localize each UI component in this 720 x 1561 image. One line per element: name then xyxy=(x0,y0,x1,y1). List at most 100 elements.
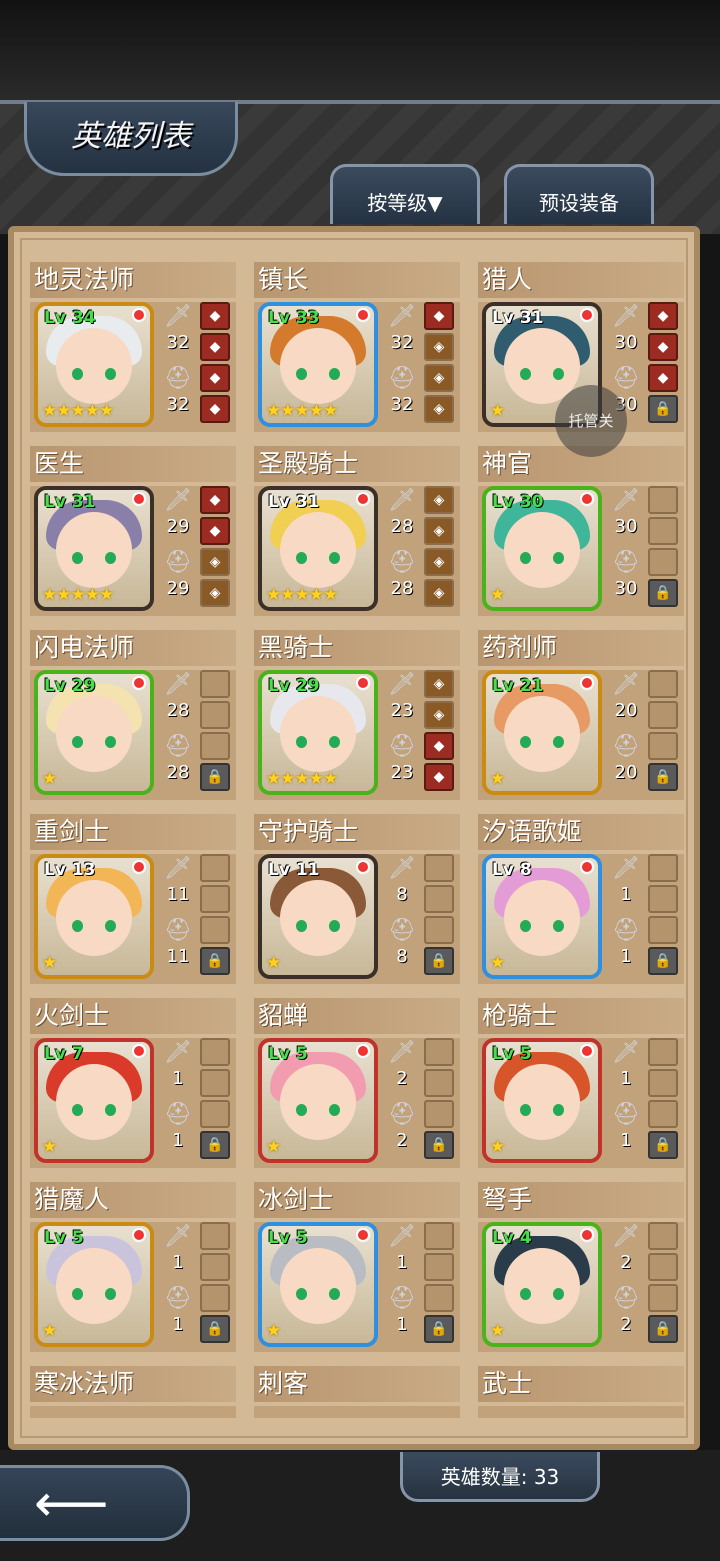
empty-equipment-slot[interactable] xyxy=(648,548,678,576)
empty-equipment-slot[interactable] xyxy=(648,517,678,545)
hero-card[interactable]: 神官 Lv 30 ★ 🗡 30 ⛑ 30 🔒 xyxy=(478,446,684,616)
empty-equipment-slot[interactable] xyxy=(200,916,230,944)
locked-slot-lock-icon[interactable]: 🔒 xyxy=(200,1315,230,1343)
empty-equipment-slot[interactable] xyxy=(424,916,454,944)
equipment-slot[interactable]: ◈ xyxy=(424,579,454,607)
hero-card[interactable]: 猎魔人 Lv 5 ★ 🗡 1 ⛑ 1 🔒 xyxy=(30,1182,236,1352)
hero-card[interactable]: 貂蝉 Lv 5 ★ 🗡 2 ⛑ 2 🔒 xyxy=(254,998,460,1168)
hero-portrait[interactable]: Lv 31 ★★★★★ xyxy=(34,486,154,611)
hero-card[interactable]: 药剂师 Lv 21 ★ 🗡 20 ⛑ 20 🔒 xyxy=(478,630,684,800)
equipment-slot[interactable]: ◆ xyxy=(648,302,678,330)
empty-equipment-slot[interactable] xyxy=(648,732,678,760)
equipment-slot[interactable]: ◈ xyxy=(424,670,454,698)
preset-equipment-tab[interactable]: 预设装备 xyxy=(504,164,654,224)
hero-portrait[interactable]: Lv 34 ★★★★★ xyxy=(34,302,154,427)
hero-card[interactable]: 守护骑士 Lv 11 ★ 🗡 8 ⛑ 8 🔒 xyxy=(254,814,460,984)
empty-equipment-slot[interactable] xyxy=(648,916,678,944)
empty-equipment-slot[interactable] xyxy=(648,670,678,698)
empty-equipment-slot[interactable] xyxy=(200,1284,230,1312)
empty-equipment-slot[interactable] xyxy=(200,854,230,882)
locked-slot-lock-icon[interactable]: 🔒 xyxy=(424,1131,454,1159)
locked-slot-lock-icon[interactable]: 🔒 xyxy=(648,763,678,791)
equipment-slot[interactable]: ◈ xyxy=(424,517,454,545)
equipment-slot[interactable]: ◆ xyxy=(648,364,678,392)
empty-equipment-slot[interactable] xyxy=(424,1069,454,1097)
hero-card[interactable]: 圣殿骑士 Lv 31 ★★★★★ 🗡 28 ⛑ 28 ◈ ◈ ◈ ◈ xyxy=(254,446,460,616)
hero-card[interactable]: 冰剑士 Lv 5 ★ 🗡 1 ⛑ 1 🔒 xyxy=(254,1182,460,1352)
auto-manage-toggle[interactable]: 托管关 xyxy=(555,385,627,457)
hero-portrait[interactable]: Lv 33 ★★★★★ xyxy=(258,302,378,427)
equipment-slot[interactable]: ◆ xyxy=(424,763,454,791)
hero-portrait[interactable]: Lv 5 ★ xyxy=(258,1038,378,1163)
equipment-slot[interactable]: ◆ xyxy=(648,333,678,361)
hero-card[interactable]: 地灵法师 Lv 34 ★★★★★ 🗡 32 ⛑ 32 ◆ ◆ ◆ ◆ xyxy=(30,262,236,432)
locked-slot-lock-icon[interactable]: 🔒 xyxy=(648,947,678,975)
equipment-slot[interactable]: ◈ xyxy=(424,333,454,361)
empty-equipment-slot[interactable] xyxy=(648,885,678,913)
hero-portrait[interactable]: Lv 31 ★★★★★ xyxy=(258,486,378,611)
hero-portrait[interactable]: Lv 5 ★ xyxy=(482,1038,602,1163)
locked-slot-lock-icon[interactable]: 🔒 xyxy=(200,1131,230,1159)
empty-equipment-slot[interactable] xyxy=(648,854,678,882)
hero-card[interactable]: 镇长 Lv 33 ★★★★★ 🗡 32 ⛑ 32 ◆ ◈ ◈ ◈ xyxy=(254,262,460,432)
empty-equipment-slot[interactable] xyxy=(200,1069,230,1097)
locked-slot-lock-icon[interactable]: 🔒 xyxy=(648,1131,678,1159)
hero-portrait[interactable]: Lv 7 ★ xyxy=(34,1038,154,1163)
empty-equipment-slot[interactable] xyxy=(648,1069,678,1097)
equipment-slot[interactable]: ◈ xyxy=(424,395,454,423)
locked-slot-lock-icon[interactable]: 🔒 xyxy=(200,947,230,975)
empty-equipment-slot[interactable] xyxy=(424,854,454,882)
empty-equipment-slot[interactable] xyxy=(200,1222,230,1250)
empty-equipment-slot[interactable] xyxy=(424,885,454,913)
empty-equipment-slot[interactable] xyxy=(424,1284,454,1312)
equipment-slot[interactable]: ◈ xyxy=(200,579,230,607)
sort-by-level-tab[interactable]: 按等级▼ xyxy=(330,164,480,224)
empty-equipment-slot[interactable] xyxy=(200,732,230,760)
locked-slot-lock-icon[interactable]: 🔒 xyxy=(648,579,678,607)
hero-card[interactable]: 枪骑士 Lv 5 ★ 🗡 1 ⛑ 1 🔒 xyxy=(478,998,684,1168)
empty-equipment-slot[interactable] xyxy=(648,1038,678,1066)
equipment-slot[interactable]: ◆ xyxy=(424,302,454,330)
hero-card[interactable]: 黑骑士 Lv 29 ★★★★★ 🗡 23 ⛑ 23 ◈ ◈ ◆ ◆ xyxy=(254,630,460,800)
equipment-slot[interactable]: ◆ xyxy=(200,302,230,330)
hero-portrait[interactable]: Lv 11 ★ xyxy=(258,854,378,979)
hero-card[interactable]: 弩手 Lv 4 ★ 🗡 2 ⛑ 2 🔒 xyxy=(478,1182,684,1352)
hero-portrait[interactable]: Lv 21 ★ xyxy=(482,670,602,795)
equipment-slot[interactable]: ◈ xyxy=(424,548,454,576)
hero-card[interactable]: 火剑士 Lv 7 ★ 🗡 1 ⛑ 1 🔒 xyxy=(30,998,236,1168)
hero-card[interactable]: 重剑士 Lv 13 ★ 🗡 11 ⛑ 11 🔒 xyxy=(30,814,236,984)
empty-equipment-slot[interactable] xyxy=(200,701,230,729)
locked-slot-lock-icon[interactable]: 🔒 xyxy=(200,763,230,791)
hero-card[interactable]: 医生 Lv 31 ★★★★★ 🗡 29 ⛑ 29 ◆ ◆ ◈ ◈ xyxy=(30,446,236,616)
equipment-slot[interactable]: ◈ xyxy=(424,701,454,729)
hero-portrait[interactable]: Lv 8 ★ xyxy=(482,854,602,979)
equipment-slot[interactable]: ◈ xyxy=(424,486,454,514)
empty-equipment-slot[interactable] xyxy=(200,1038,230,1066)
empty-equipment-slot[interactable] xyxy=(200,1253,230,1281)
hero-card[interactable]: 刺客 xyxy=(254,1366,460,1444)
empty-equipment-slot[interactable] xyxy=(424,1222,454,1250)
empty-equipment-slot[interactable] xyxy=(424,1253,454,1281)
equipment-slot[interactable]: ◆ xyxy=(200,517,230,545)
locked-slot-lock-icon[interactable]: 🔒 xyxy=(424,1315,454,1343)
hero-portrait[interactable]: Lv 13 ★ xyxy=(34,854,154,979)
hero-portrait[interactable]: Lv 29 ★ xyxy=(34,670,154,795)
empty-equipment-slot[interactable] xyxy=(200,1100,230,1128)
empty-equipment-slot[interactable] xyxy=(200,885,230,913)
empty-equipment-slot[interactable] xyxy=(648,486,678,514)
locked-slot-lock-icon[interactable]: 🔒 xyxy=(424,947,454,975)
empty-equipment-slot[interactable] xyxy=(648,701,678,729)
empty-equipment-slot[interactable] xyxy=(648,1222,678,1250)
locked-slot-lock-icon[interactable]: 🔒 xyxy=(648,1315,678,1343)
equipment-slot[interactable]: ◆ xyxy=(200,364,230,392)
hero-card[interactable]: 武士 xyxy=(478,1366,684,1444)
equipment-slot[interactable]: ◈ xyxy=(424,364,454,392)
equipment-slot[interactable]: ◆ xyxy=(200,395,230,423)
equipment-slot[interactable]: ◈ xyxy=(200,548,230,576)
empty-equipment-slot[interactable] xyxy=(648,1100,678,1128)
empty-equipment-slot[interactable] xyxy=(424,1100,454,1128)
equipment-slot[interactable]: ◆ xyxy=(200,333,230,361)
back-button[interactable]: ⟵ xyxy=(0,1465,190,1541)
locked-slot-lock-icon[interactable]: 🔒 xyxy=(648,395,678,423)
hero-portrait[interactable]: Lv 5 ★ xyxy=(258,1222,378,1347)
